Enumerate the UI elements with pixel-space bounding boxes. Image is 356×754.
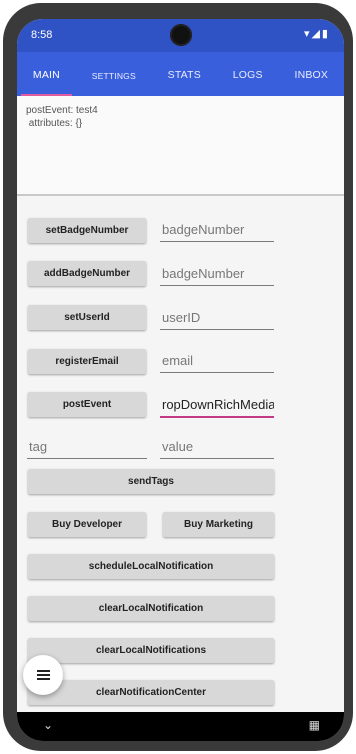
register-email-button[interactable]: registerEmail [28, 349, 146, 374]
badge-number-input[interactable]: badgeNumber [160, 221, 274, 242]
keyboard-icon[interactable]: ▦ [309, 718, 320, 732]
buy-marketing-button[interactable]: Buy Marketing [163, 512, 274, 537]
set-user-id-button[interactable]: setUserId [28, 305, 146, 330]
tab-bar: MAIN SETTINGS STATS LOGS INBOX [17, 52, 344, 96]
status-time: 8:58 [31, 29, 53, 41]
screen: 8:58 ▾◢▮ MAIN SETTINGS STATS LOGS INBOX … [17, 19, 344, 741]
status-bar: 8:58 ▾◢▮ [17, 19, 344, 52]
camera-cutout [170, 24, 192, 46]
post-event-button[interactable]: postEvent [28, 392, 146, 417]
menu-icon [36, 670, 50, 680]
buy-developer-button[interactable]: Buy Developer [28, 512, 146, 537]
email-input[interactable]: email [160, 352, 274, 373]
tag-input[interactable]: tag [27, 438, 147, 459]
tab-main[interactable]: MAIN [17, 52, 76, 96]
schedule-local-notification-button[interactable]: scheduleLocalNotification [28, 554, 274, 579]
menu-fab-button[interactable] [23, 655, 63, 695]
log-text: postEvent: test4 attributes: {} [26, 105, 98, 129]
event-name-input[interactable]: ropDownRichMedia [160, 396, 274, 418]
tab-stats[interactable]: STATS [152, 52, 217, 96]
status-icons: ▾◢▮ [303, 28, 330, 40]
user-id-input[interactable]: userID [160, 309, 274, 330]
nav-back-icon[interactable]: ⌄ [43, 718, 53, 732]
value-input[interactable]: value [160, 438, 274, 459]
device-frame: 8:58 ▾◢▮ MAIN SETTINGS STATS LOGS INBOX … [3, 3, 353, 751]
system-nav-bar: ⌄ ▦ [17, 712, 344, 741]
tab-inbox[interactable]: INBOX [279, 52, 344, 96]
clear-notification-center-button[interactable]: clearNotificationCenter [28, 680, 274, 705]
tab-logs[interactable]: LOGS [217, 52, 279, 96]
send-tags-button[interactable]: sendTags [28, 469, 274, 494]
tab-settings[interactable]: SETTINGS [76, 52, 152, 96]
clear-local-notification-button[interactable]: clearLocalNotification [28, 596, 274, 621]
log-panel: postEvent: test4 attributes: {} [17, 96, 344, 196]
clear-local-notifications-button[interactable]: clearLocalNotifications [28, 638, 274, 663]
add-badge-number-button[interactable]: addBadgeNumber [28, 261, 146, 286]
set-badge-number-button[interactable]: setBadgeNumber [28, 218, 146, 243]
add-badge-number-input[interactable]: badgeNumber [160, 265, 274, 286]
